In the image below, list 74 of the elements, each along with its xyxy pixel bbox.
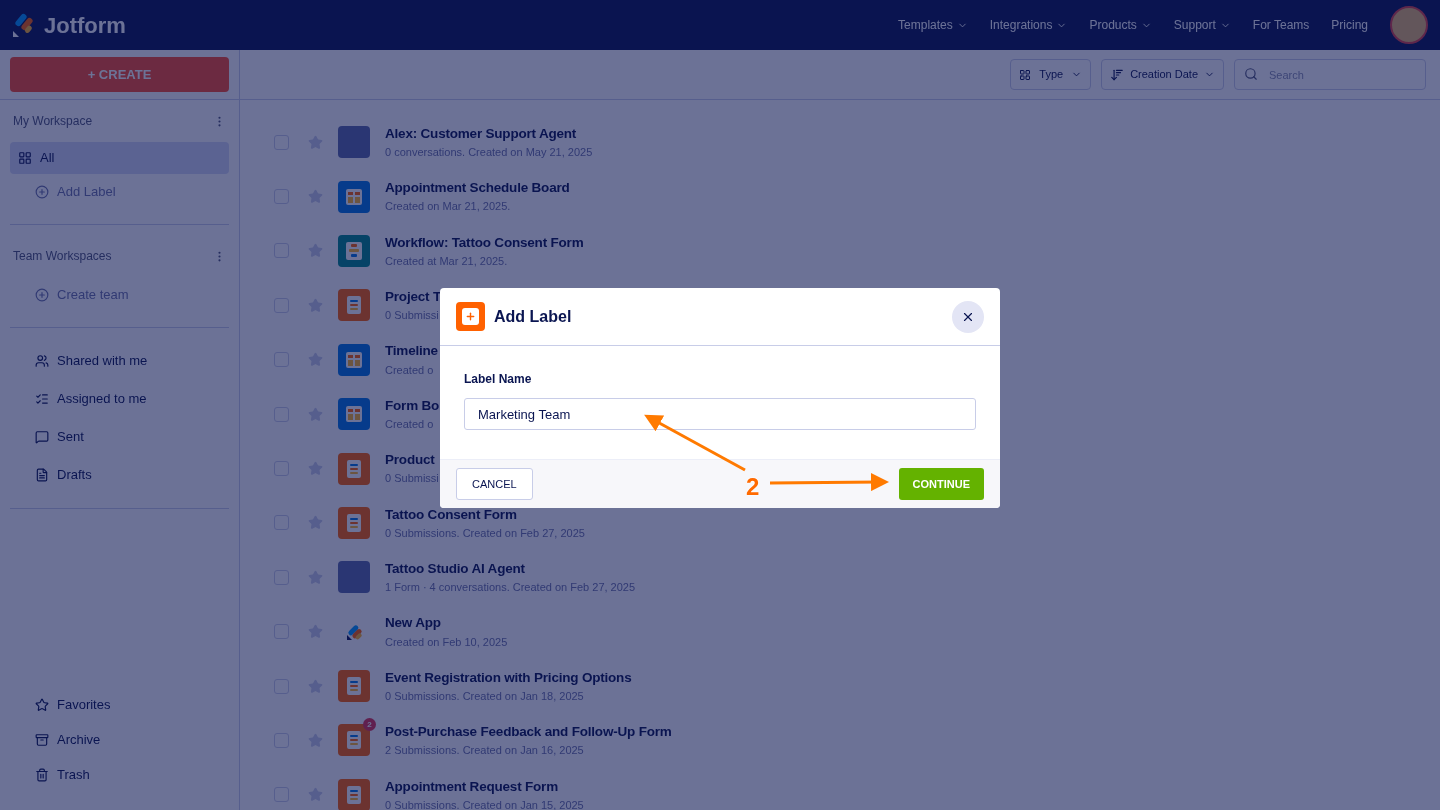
sidebar-item[interactable]: Assigned to me bbox=[0, 379, 239, 418]
form-icon bbox=[338, 670, 370, 703]
grid-icon bbox=[18, 151, 32, 165]
item-subtitle: 1 Form · 4 conversations. Created on Feb 27, 2025 bbox=[385, 580, 636, 596]
plus-circle-icon bbox=[35, 287, 49, 302]
type-filter-button[interactable]: Type bbox=[1010, 59, 1092, 90]
nav-link[interactable]: For Teams bbox=[1252, 16, 1310, 34]
sidebar-item[interactable]: Sent bbox=[0, 417, 239, 456]
grid-icon bbox=[1019, 68, 1032, 81]
board-icon bbox=[338, 398, 370, 431]
sidebar-item[interactable]: All bbox=[10, 142, 229, 174]
form-icon bbox=[338, 452, 370, 485]
avatar-placeholder bbox=[338, 126, 370, 159]
sidebar-item[interactable]: Add Label bbox=[10, 176, 229, 208]
sort-button[interactable]: Creation Date bbox=[1101, 59, 1224, 90]
sidebar-item[interactable]: Drafts bbox=[0, 455, 239, 494]
avatar[interactable] bbox=[1390, 6, 1428, 44]
board-icon bbox=[338, 180, 370, 213]
sidebar-item[interactable]: Shared with me bbox=[0, 341, 239, 380]
item-title[interactable]: Tattoo Consent Form bbox=[385, 504, 585, 525]
label-name-field[interactable]: Marketing Team bbox=[464, 398, 976, 430]
checklist-icon bbox=[35, 391, 49, 406]
item-title[interactable]: Post-Purchase Feedback and Follow-Up Form bbox=[385, 722, 672, 743]
create-team-link[interactable]: Create team bbox=[0, 285, 239, 305]
form-icon bbox=[338, 289, 370, 322]
avatar-placeholder bbox=[338, 561, 370, 594]
archive-box-icon bbox=[35, 732, 49, 747]
logo-text[interactable]: Jotform bbox=[44, 8, 126, 42]
nav-link[interactable]: Templates bbox=[898, 16, 968, 34]
field-label: Label Name bbox=[464, 371, 533, 388]
nav-link[interactable]: Integrations bbox=[989, 16, 1068, 34]
sidebar-item[interactable]: Trash bbox=[0, 757, 239, 792]
create-button[interactable]: + CREATE bbox=[10, 57, 229, 92]
plus-circle-icon bbox=[35, 185, 49, 199]
continue-button[interactable]: CONTINUE bbox=[898, 468, 984, 500]
step-number: 2 bbox=[746, 472, 760, 502]
sort-icon bbox=[1110, 67, 1125, 82]
nav-link[interactable]: Support bbox=[1173, 16, 1231, 34]
item-title[interactable]: Form Bo bbox=[385, 395, 440, 416]
form-icon bbox=[338, 724, 370, 757]
add-icon bbox=[456, 302, 485, 331]
nav-link[interactable]: Pricing bbox=[1331, 16, 1368, 34]
item-title[interactable]: Event Registration with Pricing Options bbox=[385, 667, 632, 688]
item-title[interactable]: Product bbox=[385, 450, 439, 471]
document-icon bbox=[35, 467, 49, 482]
item-title[interactable]: Alex: Customer Support Agent bbox=[385, 123, 593, 145]
item-title[interactable]: Workflow: Tattoo Consent Form bbox=[385, 232, 584, 253]
count-badge: 2 bbox=[363, 718, 376, 732]
section-title: My Workspace bbox=[13, 113, 93, 130]
item-title[interactable]: Tattoo Studio AI Agent bbox=[385, 558, 636, 580]
dialog-title: Add Label bbox=[494, 306, 572, 327]
cancel-button[interactable]: CANCEL bbox=[456, 468, 533, 500]
item-title[interactable]: Timeline bbox=[385, 341, 438, 362]
item-title[interactable]: Project T bbox=[385, 287, 441, 308]
form-icon bbox=[338, 506, 370, 539]
star-icon bbox=[35, 697, 49, 712]
section-title: Team Workspaces bbox=[13, 248, 112, 265]
sidebar-item[interactable]: Archive bbox=[0, 722, 239, 757]
board-icon bbox=[338, 343, 370, 376]
item-title[interactable]: Appointment Schedule Board bbox=[385, 178, 570, 199]
close-button[interactable] bbox=[952, 300, 984, 333]
item-subtitle: Created at Mar 21, 2025. bbox=[385, 253, 509, 269]
sidebar-item[interactable]: Favorites bbox=[0, 687, 239, 722]
item-title[interactable]: Appointment Request Form bbox=[385, 776, 584, 797]
workflow-icon bbox=[338, 234, 370, 267]
item-title[interactable]: New App bbox=[385, 613, 508, 634]
nav-link[interactable]: Products bbox=[1089, 16, 1152, 34]
item-subtitle: Created on Mar 21, 2025. bbox=[385, 199, 512, 215]
chat-bubble-icon bbox=[35, 429, 49, 444]
trash-icon bbox=[35, 767, 49, 782]
item-subtitle: Created on Feb 10, 2025 bbox=[385, 634, 508, 650]
search-icon bbox=[1244, 67, 1258, 81]
people-icon bbox=[35, 353, 49, 368]
logo-icon bbox=[12, 13, 36, 37]
